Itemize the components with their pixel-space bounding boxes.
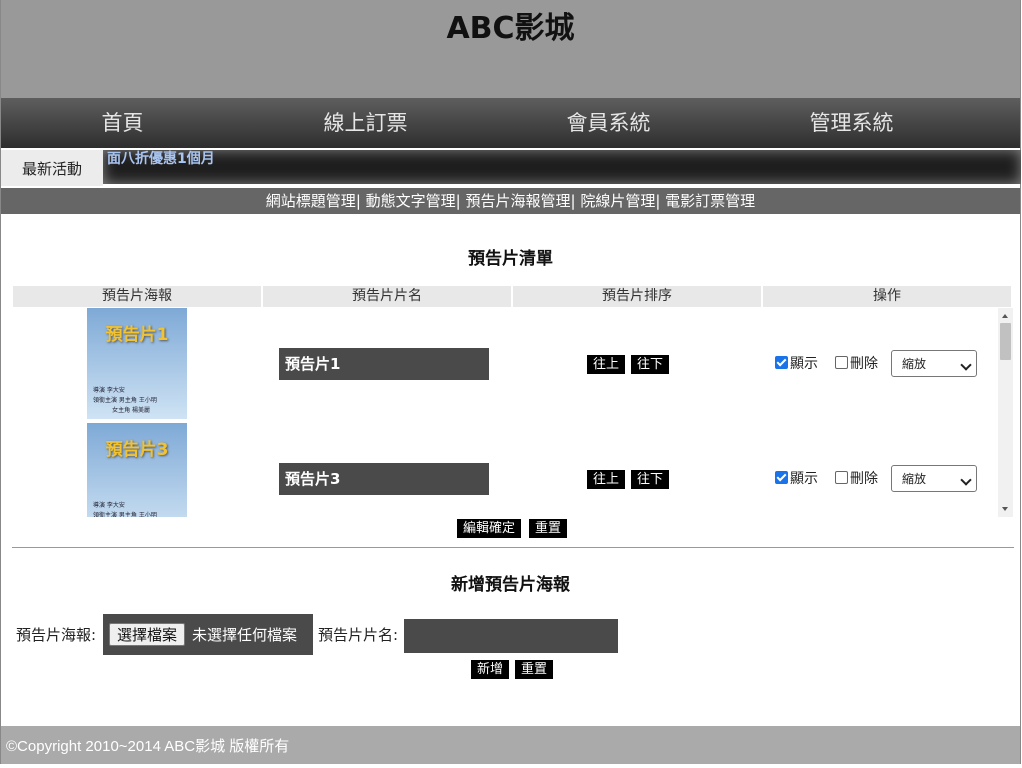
show-label: 顯示 [790, 471, 818, 487]
move-up-button[interactable]: 往上 [587, 470, 626, 489]
footer: ©Copyright 2010~2014 ABC影城 版權所有 [1, 726, 1020, 764]
edit-confirm-button[interactable]: 編輯確定 [457, 519, 522, 538]
chevron-down-icon [960, 359, 972, 371]
column-header-poster: 預告片海報 [13, 286, 261, 307]
checkbox-unchecked-icon[interactable] [835, 356, 848, 369]
section-divider [12, 547, 1014, 548]
add-button[interactable]: 新增 [471, 660, 510, 679]
poster-file-input[interactable]: 選擇檔案 未選擇任何檔案 [103, 614, 313, 655]
effect-select[interactable]: 縮放 [891, 350, 977, 377]
scroll-down-arrow-icon[interactable] [1002, 507, 1008, 511]
poster-title: 預告片1 [105, 325, 169, 345]
ticker-label: 最新活動 [1, 150, 103, 186]
delete-label: 刪除 [850, 471, 878, 487]
new-trailer-name-input[interactable] [404, 619, 618, 653]
effect-select[interactable]: 縮放 [891, 465, 977, 492]
nav-item-booking[interactable]: 線上訂票 [244, 98, 487, 148]
header-banner: ABC影城 [1, 0, 1020, 98]
trailer-list-scroll[interactable]: 預告片1 導演 李大安 領銜主演 男主角 王小明 女主角 楊美麗 預告片1 往上… [13, 308, 1013, 517]
column-header-actions: 操作 [763, 286, 1011, 307]
poster-thumbnail: 預告片3 導演 李大安 領銜主演 男主角 王小明 [87, 423, 187, 517]
poster-title: 預告片3 [105, 440, 169, 460]
trailer-name-input[interactable]: 預告片3 [279, 463, 489, 495]
column-header-name: 預告片片名 [263, 286, 511, 307]
column-header-order: 預告片排序 [513, 286, 761, 307]
checkbox-checked-icon[interactable] [775, 471, 788, 484]
admin-menu: 網站標題管理| 動態文字管理| 預告片海報管理| 院線片管理| 電影訂票管理 [1, 188, 1020, 214]
nav-item-admin[interactable]: 管理系統 [730, 98, 973, 148]
list-reset-button[interactable]: 重置 [529, 519, 568, 538]
poster-file-label: 預告片海報: [16, 626, 97, 644]
show-checkbox[interactable]: 顯示 [775, 470, 818, 488]
admin-menu-title-mgmt[interactable]: 網站標題管理 [266, 192, 356, 210]
ticker-marquee: 面八折優惠1個月 [103, 150, 1021, 184]
delete-checkbox[interactable]: 刪除 [835, 470, 878, 488]
admin-menu-sep: | [355, 192, 366, 210]
admin-menu-sep: | [655, 192, 666, 210]
list-scrollbar[interactable] [998, 308, 1013, 517]
move-up-button[interactable]: 往上 [587, 355, 626, 374]
site-title: ABC影城 [446, 11, 575, 46]
checkbox-unchecked-icon[interactable] [835, 471, 848, 484]
choose-file-button[interactable]: 選擇檔案 [109, 623, 186, 646]
delete-label: 刪除 [850, 356, 878, 372]
nav-item-home[interactable]: 首頁 [1, 98, 244, 148]
chevron-down-icon [960, 474, 972, 486]
admin-menu-movie-mgmt[interactable]: 院線片管理 [580, 192, 655, 210]
table-row: 預告片3 導演 李大安 領銜主演 男主角 王小明 預告片3 往上 往下 顯示 刪… [13, 423, 998, 517]
move-down-button[interactable]: 往下 [631, 470, 670, 489]
poster-credits: 導演 李大安 領銜主演 男主角 王小明 女主角 楊美麗 [93, 387, 157, 414]
effect-select-value: 縮放 [902, 472, 927, 486]
nav-item-member[interactable]: 會員系統 [487, 98, 730, 148]
scroll-up-arrow-icon[interactable] [1002, 314, 1008, 318]
add-trailer-heading: 新增預告片海報 [451, 575, 570, 595]
move-down-button[interactable]: 往下 [631, 355, 670, 374]
show-checkbox[interactable]: 顯示 [775, 355, 818, 373]
admin-menu-ticker-mgmt[interactable]: 動態文字管理 [366, 192, 456, 210]
admin-menu-sep: | [455, 192, 466, 210]
trailer-name-input[interactable]: 預告片1 [279, 348, 489, 380]
admin-menu-trailer-mgmt[interactable]: 預告片海報管理 [465, 192, 570, 210]
trailer-list-heading: 預告片清單 [468, 249, 553, 269]
file-status-text: 未選擇任何檔案 [192, 626, 298, 644]
ticker-text: 面八折優惠1個月 [107, 151, 215, 167]
trailer-table-header: 預告片海報 預告片片名 預告片排序 操作 [13, 286, 1013, 307]
poster-credits: 導演 李大安 領銜主演 男主角 王小明 [93, 502, 157, 517]
main-nav: 首頁 線上訂票 會員系統 管理系統 [1, 98, 1020, 148]
admin-menu-order-mgmt[interactable]: 電影訂票管理 [665, 192, 755, 210]
delete-checkbox[interactable]: 刪除 [835, 355, 878, 373]
admin-menu-sep: | [570, 192, 581, 210]
show-label: 顯示 [790, 356, 818, 372]
effect-select-value: 縮放 [902, 357, 927, 371]
checkbox-checked-icon[interactable] [775, 356, 788, 369]
add-reset-button[interactable]: 重置 [515, 660, 554, 679]
poster-thumbnail: 預告片1 導演 李大安 領銜主演 男主角 王小明 女主角 楊美麗 [87, 308, 187, 419]
scrollbar-thumb[interactable] [1000, 323, 1011, 360]
page: ABC影城 首頁 線上訂票 會員系統 管理系統 最新活動 面八折優惠1個月 網站… [0, 0, 1021, 764]
table-row: 預告片1 導演 李大安 領銜主演 男主角 王小明 女主角 楊美麗 預告片1 往上… [13, 308, 998, 423]
trailer-name-label: 預告片片名: [318, 626, 399, 644]
